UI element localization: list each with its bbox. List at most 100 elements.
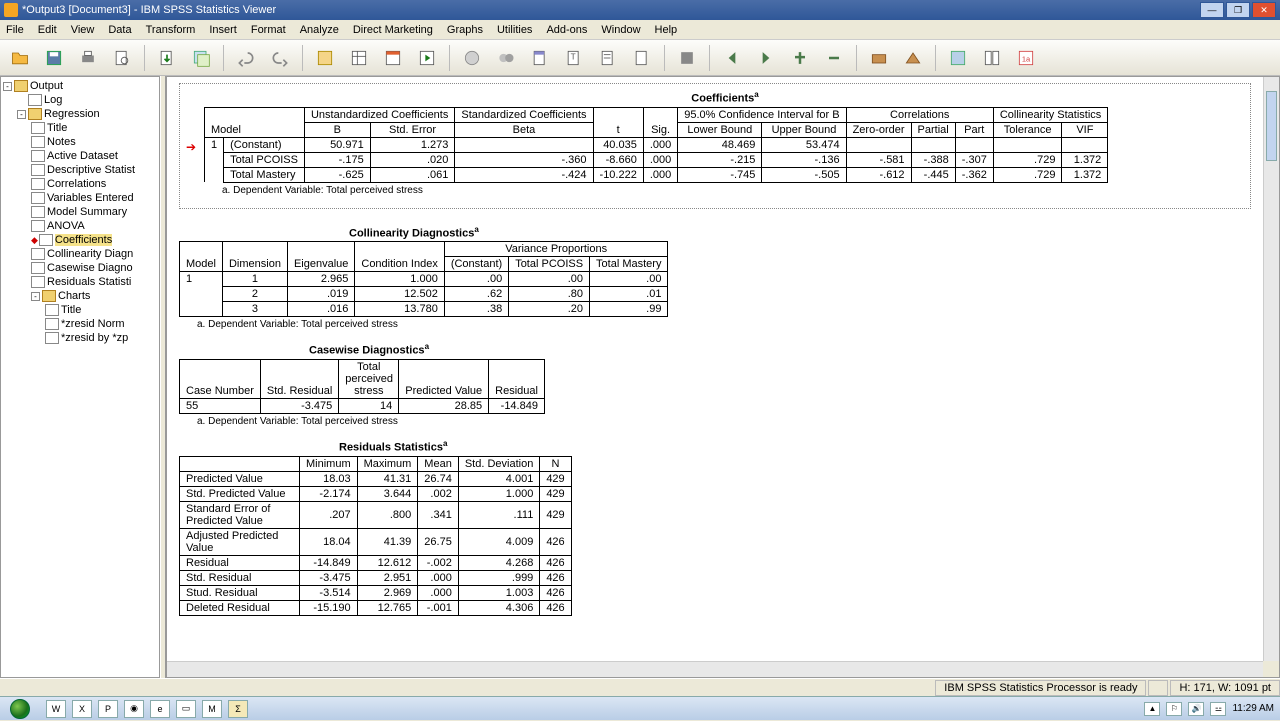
menu-edit[interactable]: Edit [38,24,57,36]
export-icon[interactable] [153,44,181,72]
toolbar: T 1a [0,40,1280,76]
status-processor: IBM SPSS Statistics Processor is ready [935,680,1146,696]
tree-corr[interactable]: Correlations [3,177,157,191]
coefficients-table: Model Unstandardized Coefficients Standa… [204,107,1108,183]
tree-chart-zp[interactable]: *zresid by *zp [3,331,157,345]
casewise-block[interactable]: Casewise Diagnosticsa Case Number Std. R… [179,342,1251,427]
run-icon[interactable] [413,44,441,72]
maximize-button[interactable]: ❐ [1226,2,1250,18]
recall-icon[interactable] [187,44,215,72]
coefficients-footnote: a. Dependent Variable: Total perceived s… [222,185,1246,196]
undo-icon[interactable] [232,44,260,72]
menu-data[interactable]: Data [108,24,131,36]
designate-icon[interactable] [865,44,893,72]
casewise-footnote: a. Dependent Variable: Total perceived s… [197,416,1251,427]
tree-collin[interactable]: Collinearity Diagn [3,247,157,261]
insert-heading-icon[interactable] [526,44,554,72]
tree-charts[interactable]: -Charts [3,289,157,303]
tree-case[interactable]: Casewise Diagno [3,261,157,275]
tree-notes[interactable]: Notes [3,135,157,149]
tray-icon[interactable]: 🔊 [1188,702,1204,716]
promote-icon[interactable] [786,44,814,72]
goto-var-icon[interactable] [345,44,373,72]
menu-direct[interactable]: Direct Marketing [353,24,433,36]
menu-insert[interactable]: Insert [209,24,237,36]
task-ie-icon[interactable]: e [150,700,170,718]
preview-icon[interactable] [108,44,136,72]
status-dims: H: 171, W: 1091 pt [1170,680,1280,696]
menu-transform[interactable]: Transform [146,24,196,36]
nav-back-icon[interactable] [718,44,746,72]
tree-vars[interactable]: Variables Entered [3,191,157,205]
demote-icon[interactable] [820,44,848,72]
task-mail-icon[interactable]: M [202,700,222,718]
tree-chart-norm[interactable]: *zresid Norm [3,317,157,331]
taskbar: W X P ◉ e ▭ M Σ ▲ ⚐ 🔊 ⚍ 11:29 AM [0,696,1280,720]
collinearity-block[interactable]: Collinearity Diagnosticsa Model Dimensio… [179,225,1251,331]
insert-page-icon[interactable] [628,44,656,72]
task-ppt-icon[interactable]: P [98,700,118,718]
menu-window[interactable]: Window [601,24,640,36]
collinearity-footnote: a. Dependent Variable: Total perceived s… [197,319,1251,330]
titlebar: *Output3 [Document3] - IBM SPSS Statisti… [0,0,1280,20]
task-word-icon[interactable]: W [46,700,66,718]
hide-icon[interactable] [673,44,701,72]
menu-file[interactable]: File [6,24,24,36]
task-explorer-icon[interactable]: ▭ [176,700,196,718]
menu-utilities[interactable]: Utilities [497,24,532,36]
value-labels-icon[interactable]: 1a [1012,44,1040,72]
casewise-table: Case Number Std. Residual Total perceive… [179,359,545,414]
goto-case-icon[interactable] [311,44,339,72]
variables-icon[interactable] [379,44,407,72]
outline-pane: -Output Log -Regression Title Notes Acti… [0,76,160,678]
open-icon[interactable] [6,44,34,72]
print-icon[interactable] [74,44,102,72]
tree-log[interactable]: Log [3,93,157,107]
task-app1-icon[interactable]: ◉ [124,700,144,718]
tree-resid[interactable]: Residuals Statisti [3,275,157,289]
insert-text-icon[interactable] [594,44,622,72]
close-button[interactable]: ✕ [1252,2,1276,18]
menu-analyze[interactable]: Analyze [300,24,339,36]
scrollbar-vertical[interactable] [1263,77,1279,661]
tree-model[interactable]: Model Summary [3,205,157,219]
svg-text:1a: 1a [1022,54,1031,63]
residuals-block[interactable]: Residuals Statisticsa MinimumMaximum Mea… [179,439,1251,616]
tray-icon[interactable]: ⚍ [1210,702,1226,716]
clock[interactable]: 11:29 AM [1232,703,1274,714]
tree-chart-title[interactable]: Title [3,303,157,317]
menu-view[interactable]: View [71,24,95,36]
tree-coef[interactable]: ◆Coefficients [3,233,157,247]
scrollbar-horizontal[interactable] [167,661,1263,677]
collinearity-table: Model Dimension Eigenvalue Condition Ind… [179,241,668,317]
tree-desc[interactable]: Descriptive Statist [3,163,157,177]
split-icon[interactable] [978,44,1006,72]
associate-icon[interactable] [899,44,927,72]
menu-format[interactable]: Format [251,24,286,36]
tray-icon[interactable]: ▲ [1144,702,1160,716]
menu-help[interactable]: Help [655,24,678,36]
save-icon[interactable] [40,44,68,72]
redo-icon[interactable] [266,44,294,72]
insert-title-icon[interactable]: T [560,44,588,72]
tree-anova[interactable]: ANOVA [3,219,157,233]
script-icon[interactable] [944,44,972,72]
tree-active[interactable]: Active Dataset [3,149,157,163]
menu-graphs[interactable]: Graphs [447,24,483,36]
minimize-button[interactable]: — [1200,2,1224,18]
tree-regression[interactable]: -Regression [3,107,157,121]
select-icon[interactable] [458,44,486,72]
svg-text:T: T [571,51,576,61]
tree-title[interactable]: Title [3,121,157,135]
content-pane: ➔ Coefficientsa Model Unstandardized Coe… [166,76,1280,678]
weight-icon[interactable] [492,44,520,72]
start-button[interactable] [0,697,40,721]
coefficients-block[interactable]: ➔ Coefficientsa Model Unstandardized Coe… [179,83,1251,209]
tree-output[interactable]: -Output [3,79,157,93]
menu-addons[interactable]: Add-ons [546,24,587,36]
selection-arrow-icon: ➔ [186,140,196,154]
task-excel-icon[interactable]: X [72,700,92,718]
task-spss-icon[interactable]: Σ [228,700,248,718]
tray-icon[interactable]: ⚐ [1166,702,1182,716]
nav-forward-icon[interactable] [752,44,780,72]
